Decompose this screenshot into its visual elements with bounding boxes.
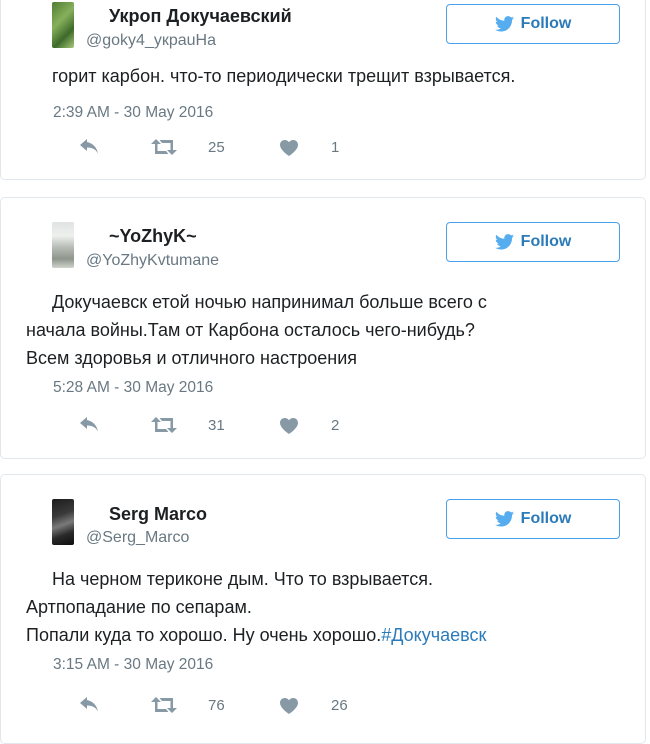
avatar[interactable] — [52, 2, 74, 48]
like-count: 2 — [331, 417, 340, 434]
reply-icon[interactable] — [80, 697, 100, 713]
tweet-text: горит карбон. что-то периодически трещит… — [52, 66, 516, 86]
author-handle[interactable]: @YoZhyKvtumane — [86, 252, 219, 270]
tweet-text: Попали куда то хорошо. Ну очень хорошо. — [26, 625, 382, 645]
hashtag-link[interactable]: #Докучаевск — [381, 625, 486, 645]
tweet-text: Докучаевск етой ночью напринимал больше … — [52, 292, 487, 312]
tweet-card: Serg Marco @Serg_Marco Follow На черном … — [0, 474, 646, 744]
follow-button[interactable]: Follow — [446, 222, 620, 262]
follow-button[interactable]: Follow — [446, 499, 620, 539]
reply-icon[interactable] — [80, 417, 100, 433]
twitter-bird-icon — [494, 234, 514, 250]
follow-label: Follow — [520, 233, 572, 250]
heart-icon[interactable] — [280, 418, 298, 434]
tweet-timestamp[interactable]: 3:15 AM - 30 May 2016 — [53, 656, 213, 674]
heart-icon[interactable] — [280, 140, 298, 156]
tweet-timestamp[interactable]: 2:39 AM - 30 May 2016 — [53, 104, 213, 122]
author-name[interactable]: Укроп Докучаевский — [109, 6, 292, 27]
heart-icon[interactable] — [280, 698, 298, 714]
retweet-icon[interactable] — [151, 416, 177, 434]
retweet-count: 25 — [208, 139, 225, 156]
like-count: 1 — [331, 139, 340, 156]
tweet-text: Артпопадание по сепарам. — [26, 597, 252, 617]
author-name[interactable]: Serg Marco — [109, 504, 207, 525]
retweet-icon[interactable] — [151, 138, 177, 156]
follow-button[interactable]: Follow — [446, 4, 620, 44]
avatar[interactable] — [52, 222, 74, 268]
twitter-bird-icon — [494, 511, 514, 527]
author-name[interactable]: ~YoZhyK~ — [109, 226, 197, 247]
tweet-card: Укроп Докучаевский @goky4_украuHa Follow… — [0, 0, 646, 180]
avatar[interactable] — [52, 499, 74, 545]
author-handle[interactable]: @Serg_Marco — [86, 529, 189, 547]
tweet-text-with-hashtag: Попали куда то хорошо. Ну очень хорошо.#… — [26, 625, 486, 646]
retweet-icon[interactable] — [151, 696, 177, 714]
tweet-text: Всем здоровья и отличного настроения — [26, 348, 358, 368]
follow-label: Follow — [520, 510, 572, 527]
tweet-card: ~YoZhyK~ @YoZhyKvtumane Follow Докучаевс… — [0, 197, 646, 459]
tweet-timestamp[interactable]: 5:28 AM - 30 May 2016 — [53, 379, 213, 397]
tweet-text: На черном териконе дым. Что то взрываетс… — [52, 569, 433, 589]
like-count: 26 — [331, 697, 348, 714]
tweet-text: начала войны.Там от Карбона осталось чег… — [26, 320, 475, 340]
retweet-count: 31 — [208, 417, 225, 434]
twitter-bird-icon — [494, 16, 514, 32]
retweet-count: 76 — [208, 697, 225, 714]
follow-label: Follow — [520, 15, 572, 32]
author-handle[interactable]: @goky4_украuHa — [86, 32, 216, 50]
reply-icon[interactable] — [80, 139, 100, 155]
